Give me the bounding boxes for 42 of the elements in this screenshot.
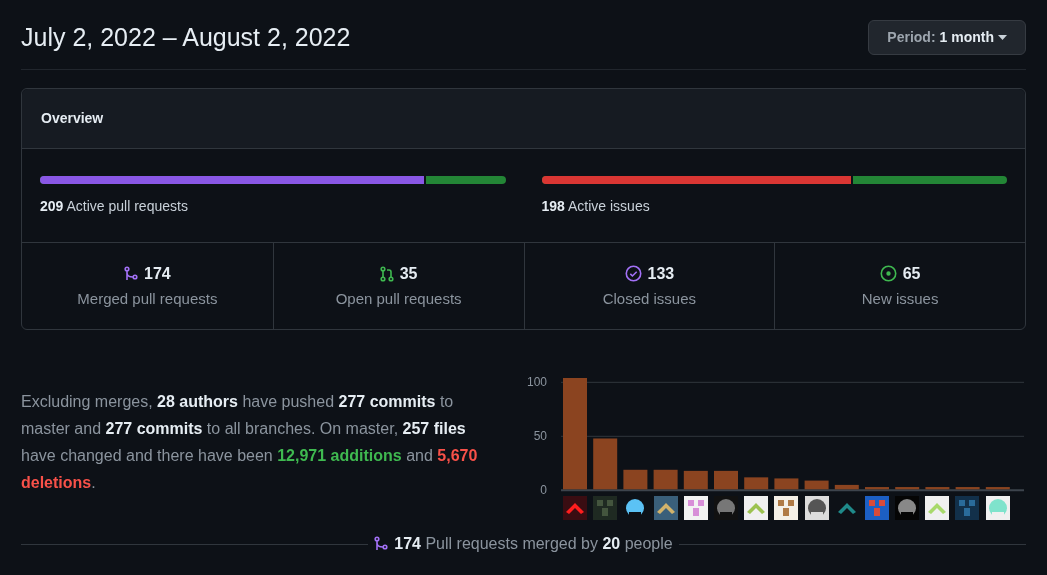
stat-label: Merged pull requests	[77, 288, 218, 309]
caret-icon	[998, 34, 1007, 40]
commit-summary: Excluding merges, 28 authors have pushed 277 commits to master and 277 commits to all branches. On master, 257 files have changed and there have been 12,971 additions and 5,670 deletions.	[21, 392, 479, 493]
stat-link[interactable]: 174 Merged pull requests	[22, 243, 273, 329]
stat-count: 133	[647, 263, 675, 284]
pull-request-icon	[379, 265, 394, 282]
issue-icon	[879, 265, 897, 283]
bar	[985, 487, 1010, 490]
stat-label: New issues	[861, 288, 939, 309]
stat-label: Open pull requests	[335, 288, 462, 309]
period-dropdown[interactable]: Period: 1 month	[868, 19, 1026, 55]
date-range-title: July 2, 2022 – August 2, 2022	[21, 22, 351, 53]
stat-link[interactable]: 35 Open pull requests	[272, 243, 524, 329]
stat-label: Closed issues	[602, 288, 697, 309]
bar	[683, 470, 708, 490]
bar	[593, 438, 618, 490]
bar	[774, 478, 799, 490]
bar	[865, 487, 889, 490]
stat-link[interactable]: 133 Closed issues	[523, 243, 775, 329]
merge-icon	[374, 536, 389, 553]
stat-count: 174	[144, 263, 171, 284]
progress-label: 198 Active issues	[541, 197, 651, 216]
axis-label: 100	[526, 375, 547, 390]
card-title: Overview	[41, 109, 104, 128]
stat-link[interactable]: 65 New issues	[774, 243, 1025, 329]
bar	[623, 469, 648, 490]
stat-count: 65	[902, 263, 921, 284]
bar	[955, 487, 980, 490]
bar	[653, 469, 678, 490]
bar	[925, 487, 950, 490]
bar	[804, 480, 829, 490]
bar	[744, 477, 769, 490]
stat-count: 35	[399, 263, 418, 284]
bar	[714, 470, 738, 490]
merged-summary: 174 Pull requests merged by 20 people	[394, 534, 673, 555]
bar	[895, 487, 920, 490]
bar	[834, 484, 859, 490]
progress-label: 209 Active pull requests	[40, 197, 189, 216]
check-circle-icon	[624, 265, 642, 283]
merge-icon	[124, 265, 138, 282]
axis-label: 0	[540, 483, 547, 495]
axis-label: 50	[533, 429, 547, 444]
